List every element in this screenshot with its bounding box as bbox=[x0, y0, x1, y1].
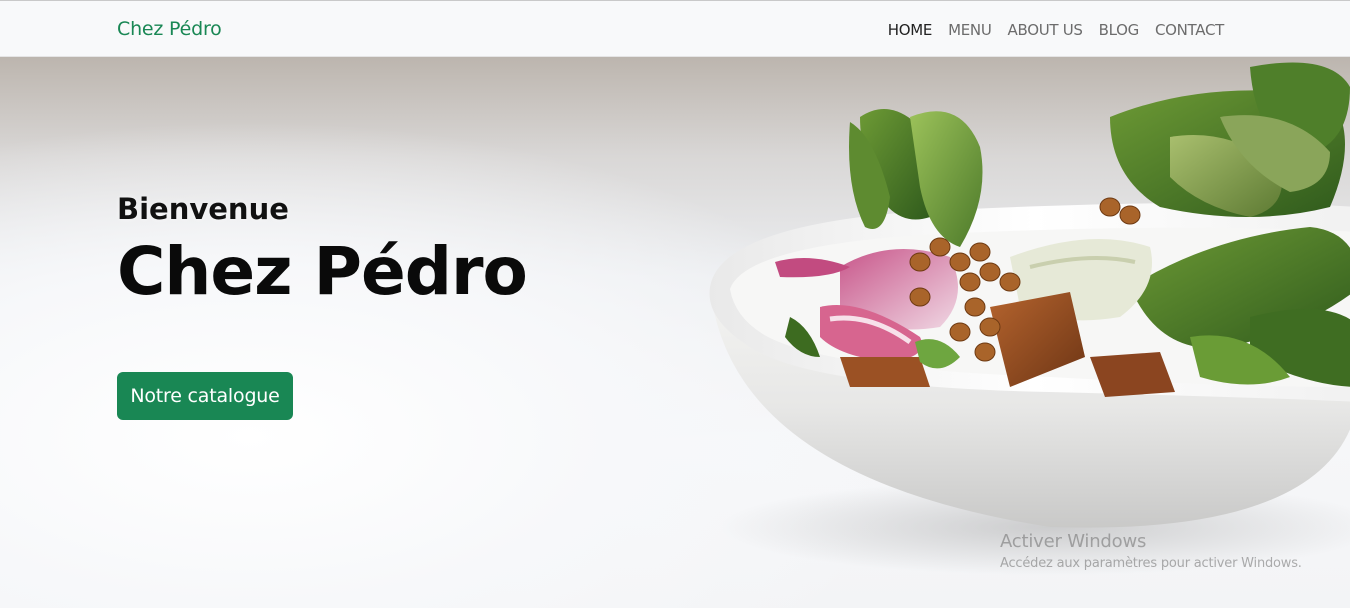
nav-item-menu: MENU bbox=[948, 19, 992, 41]
hero-title: Chez Pédro bbox=[117, 233, 528, 310]
nav-link-menu[interactable]: MENU bbox=[948, 21, 992, 39]
nav-link-home[interactable]: HOME bbox=[888, 21, 933, 39]
navbar: Chez Pédro HOME MENU ABOUT US BLOG CONTA… bbox=[0, 0, 1350, 57]
nav-item-contact: CONTACT bbox=[1155, 19, 1224, 41]
nav-links: HOME MENU ABOUT US BLOG CONTACT bbox=[888, 19, 1225, 41]
hero-welcome: Bienvenue bbox=[117, 192, 289, 226]
nav-link-about-us[interactable]: ABOUT US bbox=[1008, 21, 1083, 39]
hero-text: Bienvenue Chez Pédro bbox=[117, 191, 528, 311]
nav-link-blog[interactable]: BLOG bbox=[1099, 21, 1140, 39]
salad-bowl-image bbox=[709, 62, 1350, 575]
catalogue-button[interactable]: Notre catalogue bbox=[117, 372, 293, 420]
nav-item-about: ABOUT US bbox=[1008, 19, 1083, 41]
page: Chez Pédro HOME MENU ABOUT US BLOG CONTA… bbox=[0, 0, 1350, 608]
brand-logo[interactable]: Chez Pédro bbox=[117, 17, 222, 41]
nav-item-home: HOME bbox=[888, 19, 933, 41]
hero-section: Bienvenue Chez Pédro Notre catalogue bbox=[0, 57, 1350, 608]
nav-item-blog: BLOG bbox=[1099, 19, 1140, 41]
nav-link-contact[interactable]: CONTACT bbox=[1155, 21, 1224, 39]
